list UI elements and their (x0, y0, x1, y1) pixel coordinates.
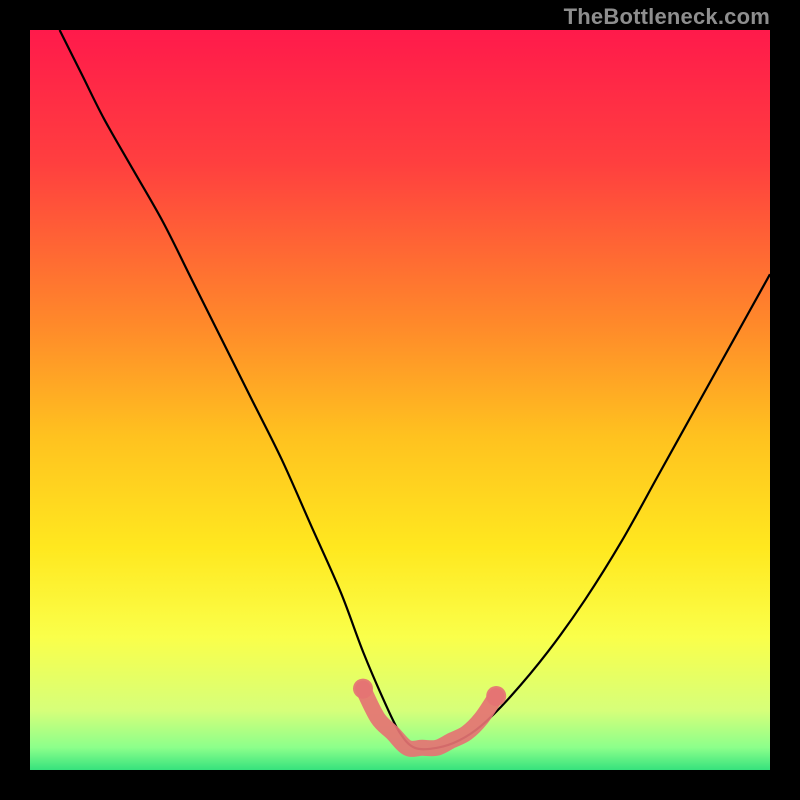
plot-area (30, 30, 770, 770)
watermark-text: TheBottleneck.com (564, 4, 770, 30)
chart-svg (30, 30, 770, 770)
gradient-background (30, 30, 770, 770)
outer-frame: TheBottleneck.com (0, 0, 800, 800)
